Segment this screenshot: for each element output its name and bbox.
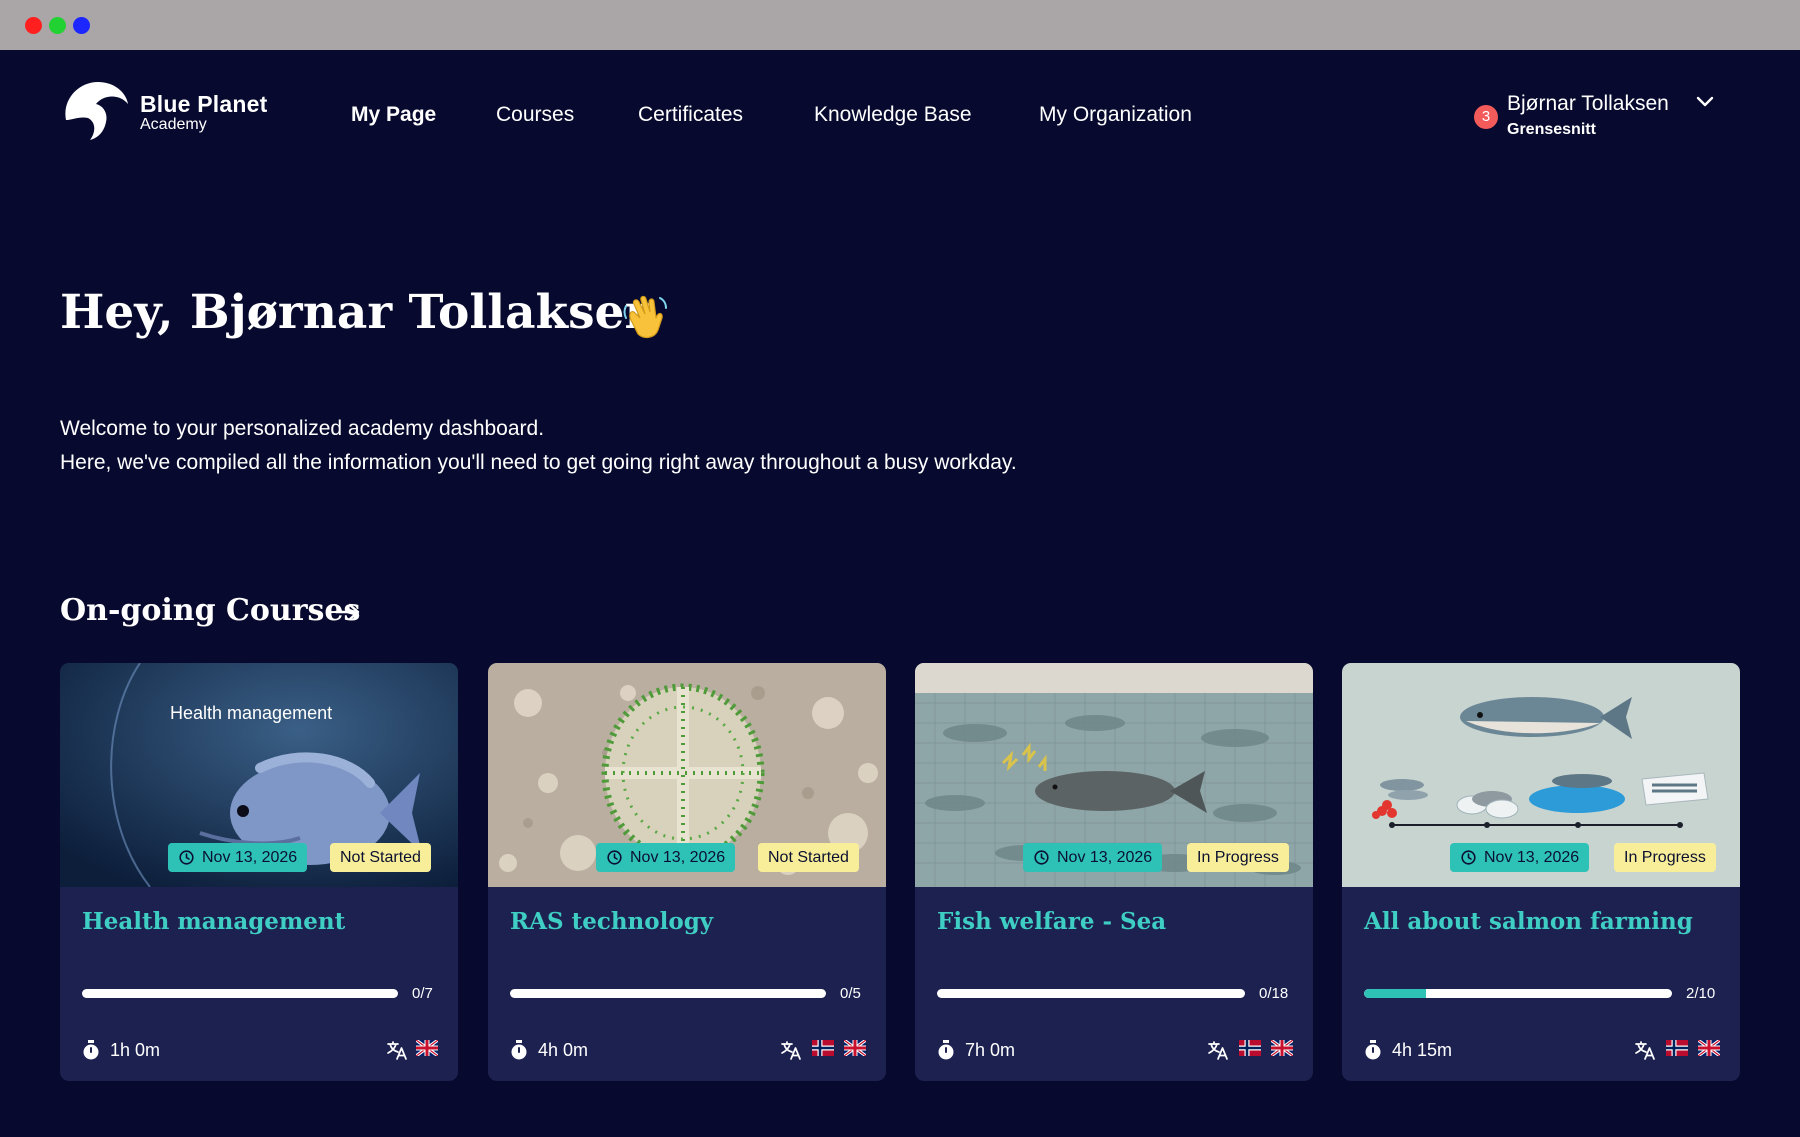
course-date: Nov 13, 2026 [1484, 849, 1580, 866]
nav-my-page[interactable]: My Page [351, 103, 436, 127]
clock-icon [1461, 850, 1476, 865]
norway-flag-icon[interactable] [812, 1040, 834, 1056]
course-status-badge: Not Started [758, 843, 859, 872]
course-progress-count: 0/7 [412, 985, 433, 1002]
ongoing-courses-title[interactable]: On-going Courses [60, 593, 360, 628]
translate-icon [781, 1041, 801, 1060]
course-date: Nov 13, 2026 [630, 849, 726, 866]
course-status-badge: Not Started [330, 843, 431, 872]
course-date-badge: Nov 13, 2026 [168, 843, 308, 872]
window-maximize-button[interactable] [49, 17, 66, 34]
course-duration: 1h 0m [110, 1040, 161, 1060]
stopwatch-icon [1365, 1040, 1381, 1060]
course-card-health-management[interactable]: Health management Nov 13, 2026 Not Start… [60, 663, 458, 1081]
window-titlebar [0, 0, 1800, 50]
course-progress-bar [82, 989, 398, 998]
norway-flag-icon[interactable] [1239, 1040, 1261, 1056]
norway-flag-icon[interactable] [1666, 1040, 1688, 1056]
course-title[interactable]: Fish welfare - Sea [937, 908, 1166, 935]
uk-flag-icon[interactable] [844, 1040, 866, 1056]
user-menu[interactable]: 3 Bjørnar Tollaksen Grensesnitt [1474, 90, 1744, 146]
waving-hand-icon [623, 295, 667, 339]
course-duration: 4h 15m [1392, 1040, 1453, 1060]
translate-icon [1635, 1041, 1655, 1060]
user-organization: Grensesnitt [1507, 121, 1596, 138]
course-progress-count: 0/5 [840, 985, 861, 1002]
page-title: Hey, Bjørnar Tollaksen [60, 285, 659, 340]
stopwatch-icon [938, 1040, 954, 1060]
nav-knowledge-base[interactable]: Knowledge Base [814, 103, 972, 127]
course-progress-bar [937, 989, 1245, 998]
uk-flag-icon[interactable] [1271, 1040, 1293, 1056]
course-progress-count: 2/10 [1686, 985, 1716, 1002]
wave-logo-icon [65, 82, 128, 140]
welcome-line-2: Here, we've compiled all the information… [60, 451, 1017, 474]
course-progress-bar [510, 989, 826, 998]
arrow-right-icon[interactable] [334, 602, 362, 622]
logo-wordmark: Blue Planet Academy [140, 92, 267, 133]
translate-icon [1208, 1041, 1228, 1060]
course-title[interactable]: Health management [82, 908, 345, 935]
course-progress-count: 0/18 [1259, 985, 1289, 1002]
course-title[interactable]: All about salmon farming [1364, 908, 1693, 935]
translate-icon [387, 1041, 407, 1060]
course-status-badge: In Progress [1614, 843, 1716, 872]
notification-badge[interactable]: 3 [1474, 105, 1498, 129]
stopwatch-icon [511, 1040, 527, 1060]
course-date: Nov 13, 2026 [1057, 849, 1153, 866]
course-progress-fill [1364, 989, 1426, 998]
stopwatch-icon [83, 1040, 99, 1060]
course-date-badge: Nov 13, 2026 [1023, 843, 1163, 872]
course-date-badge: Nov 13, 2026 [596, 843, 736, 872]
course-date: Nov 13, 2026 [202, 849, 298, 866]
user-name: Bjørnar Tollaksen [1507, 92, 1669, 115]
course-status-badge: In Progress [1187, 843, 1289, 872]
course-card-all-about-salmon-farming[interactable]: Nov 13, 2026 In Progress All about salmo… [1342, 663, 1740, 1081]
nav-courses[interactable]: Courses [496, 103, 574, 127]
nav-certificates[interactable]: Certificates [638, 103, 743, 127]
window-close-button[interactable] [25, 17, 42, 34]
course-card-ras-technology[interactable]: Nov 13, 2026 Not Started RAS technology … [488, 663, 886, 1081]
welcome-text: Welcome to your personalized academy das… [60, 412, 1017, 480]
logo-title: Blue Planet [140, 91, 268, 117]
course-progress-bar [1364, 989, 1672, 998]
course-title[interactable]: RAS technology [510, 908, 713, 935]
uk-flag-icon[interactable] [416, 1040, 438, 1056]
chevron-down-icon[interactable] [1696, 96, 1714, 108]
course-duration: 4h 0m [538, 1040, 589, 1060]
nav-my-organization[interactable]: My Organization [1039, 103, 1192, 127]
clock-icon [607, 850, 622, 865]
course-date-badge: Nov 13, 2026 [1450, 843, 1590, 872]
course-image-caption: Health management [170, 703, 332, 723]
welcome-line-1: Welcome to your personalized academy das… [60, 417, 545, 440]
browser-window: Blue Planet Academy My Page Courses Cert… [0, 0, 1800, 1137]
logo-subtitle: Academy [140, 116, 207, 133]
window-minimize-button[interactable] [73, 17, 90, 34]
course-duration: 7h 0m [965, 1040, 1016, 1060]
blue-planet-logo[interactable]: Blue Planet Academy [60, 80, 270, 144]
clock-icon [1034, 850, 1049, 865]
clock-icon [179, 850, 194, 865]
uk-flag-icon[interactable] [1698, 1040, 1720, 1056]
course-card-fish-welfare-sea[interactable]: Nov 13, 2026 In Progress Fish welfare - … [915, 663, 1313, 1081]
